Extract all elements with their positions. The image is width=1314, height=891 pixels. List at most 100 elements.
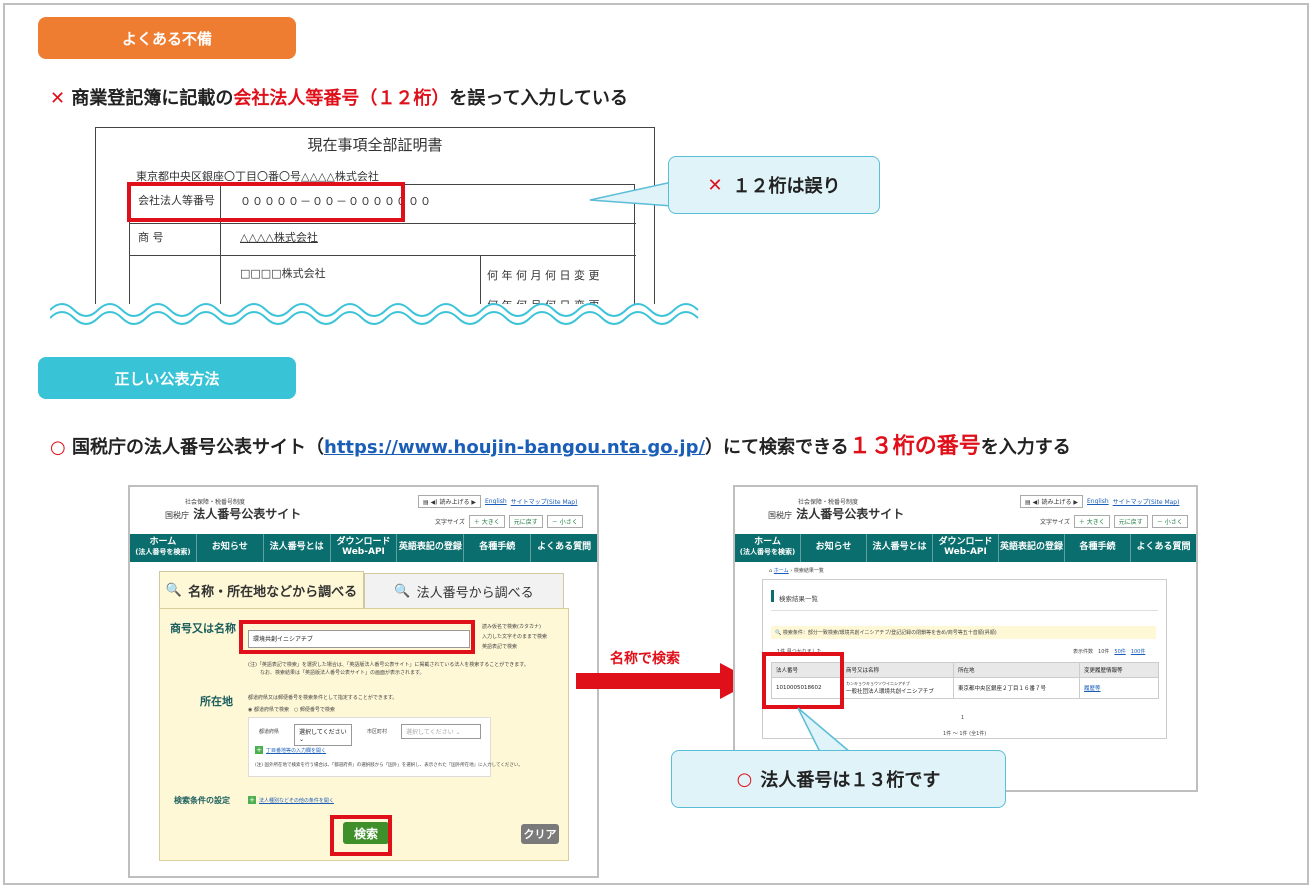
nav-news[interactable]: お知らせ: [801, 534, 867, 562]
col-name: 商号又は名称: [841, 662, 954, 678]
page-number[interactable]: 1: [961, 715, 964, 721]
circle-mark-icon: ○: [736, 768, 753, 790]
headline-text-end: を入力する: [980, 437, 1071, 458]
wrong-bubble: ✕ １２桁は誤り: [668, 156, 880, 214]
city-label: 市区町村: [367, 729, 388, 735]
font-reset-button[interactable]: 元に戻す: [1113, 515, 1148, 528]
nav-procedures[interactable]: 各種手続: [464, 534, 532, 562]
name-label: 商号又は名称: [170, 622, 236, 635]
col-address: 所在地: [953, 662, 1080, 678]
name-option-exact[interactable]: 入力した文字そのままで検索: [482, 633, 547, 640]
home-icon: ⌂: [769, 568, 773, 574]
per-page-50[interactable]: 50件: [1114, 649, 1125, 655]
location-label: 所在地: [200, 695, 233, 708]
headline-highlight: 会社法人等番号（１２桁）: [233, 88, 450, 109]
utility-bar: ▤ ◀) 読み上げる ▶ English サイトマップ(Site Map): [418, 495, 577, 508]
magnifier-icon: 🔍: [394, 584, 411, 599]
per-page-100[interactable]: 100件: [1131, 649, 1146, 655]
read-aloud-button[interactable]: ▤ ◀) 読み上げる ▶: [1020, 495, 1083, 508]
nav-procedures[interactable]: 各種手続: [1065, 534, 1131, 562]
clear-button[interactable]: クリア: [521, 824, 559, 844]
correct-headline: ○ 国税庁の法人番号公表サイト（https://www.houjin-bango…: [50, 428, 1071, 460]
name-option-english[interactable]: 英語表記で検索: [482, 643, 517, 650]
sitemap-link[interactable]: サイトマップ(Site Map): [511, 497, 578, 506]
breadcrumb-home[interactable]: ホーム: [774, 568, 789, 574]
font-larger-button[interactable]: ＋ 大きく: [1073, 515, 1110, 528]
tab-name-search[interactable]: 🔍 名称・所在地などから調べる: [159, 571, 364, 609]
headline-text-end: を誤って入力している: [449, 88, 628, 109]
cross-mark-icon: ✕: [50, 88, 66, 109]
name-input-highlight-box: [239, 620, 475, 654]
pref-radio[interactable]: ◉ 都道府県で検索 ○ 郵便番号で検索: [248, 706, 335, 713]
site-nav: ホーム (法人番号を検索) お知らせ 法人番号とは ダウンロード Web-API 英…: [130, 534, 597, 562]
section-pill-correct-method: 正しい公表方法: [38, 357, 296, 399]
utility-bar: ▤ ◀) 読み上げる ▶ English サイトマップ(Site Map): [1020, 495, 1179, 508]
nav-download[interactable]: ダウンロード Web-API: [331, 534, 398, 562]
pill-label: よくある不備: [121, 29, 212, 48]
bubble-tail: [589, 181, 673, 207]
correct-bubble-text: 法人番号は１３桁です: [760, 770, 941, 791]
page-range: 1件 ～ 1件 (全1件): [943, 731, 987, 737]
section-pill-common-mistake: よくある不備: [38, 17, 296, 59]
nav-faq[interactable]: よくある質問: [1131, 534, 1196, 562]
headline-text: 商業登記簿に記載の: [71, 88, 234, 109]
results-heading: 検索結果一覧: [779, 595, 818, 603]
nav-english[interactable]: 英語表記の登録: [999, 534, 1065, 562]
nav-about[interactable]: 法人番号とは: [264, 534, 331, 562]
site-agency: 国税庁: [165, 511, 189, 520]
trade-name-value: △△△△株式会社: [240, 231, 318, 244]
nav-news[interactable]: お知らせ: [197, 534, 264, 562]
location-desc: 都道府県又は郵便番号を検索条件として指定することができます。: [248, 695, 398, 701]
nav-about[interactable]: 法人番号とは: [867, 534, 933, 562]
headline-text: 国税庁の法人番号公表サイト（: [72, 437, 324, 458]
other-condition-link[interactable]: + 法人種別などその他の条件を開く: [248, 796, 334, 804]
abroad-note: (注) 国外所在地で検索を行う場合は、「都道府県」の選択肢から「国外」を選択し、…: [255, 763, 523, 768]
site-header: 社会保障・税番号制度 国税庁 法人番号公表サイト ▤ ◀) 読み上げる ▶ En…: [130, 487, 597, 528]
headline-highlight: １３桁の番号: [848, 434, 981, 459]
corporate-name: カンキョウキョウソウイニシアチブ 一般社団法人環境共創イニシアチブ: [841, 677, 954, 699]
english-link[interactable]: English: [1087, 498, 1109, 505]
chome-link[interactable]: + 丁目番地等の入力欄を開く: [255, 746, 326, 754]
corporate-number-highlight-box: [762, 652, 844, 709]
nav-home[interactable]: ホーム (法人番号を検索): [735, 534, 801, 562]
history-link[interactable]: 履歴等: [1079, 677, 1159, 699]
tab-number-search[interactable]: 🔍 法人番号から調べる: [364, 573, 564, 609]
location-box: 都道府県 選択してください ⌄ 市区町村 選択してください ⌄ + 丁目番地等の入…: [248, 717, 523, 777]
font-smaller-button[interactable]: － 小さく: [1151, 515, 1188, 528]
font-smaller-button[interactable]: － 小さく: [546, 515, 583, 528]
breadcrumb-current: 検索結果一覧: [793, 568, 824, 574]
sitemap-link[interactable]: サイトマップ(Site Map): [1113, 497, 1180, 506]
site-title: 国税庁 法人番号公表サイト: [165, 505, 301, 522]
font-size-controls: 文字サイズ ＋ 大きく 元に戻す － 小さく: [435, 515, 583, 528]
font-larger-button[interactable]: ＋ 大きく: [468, 515, 505, 528]
headline-text-mid: ）にて検索できる: [705, 437, 849, 458]
nav-english[interactable]: 英語表記の登録: [397, 534, 465, 562]
name-option-kana[interactable]: 読み仮名で検索(カタカナ): [482, 623, 541, 630]
cross-mark-icon: ✕: [707, 174, 723, 196]
mistake-headline: ✕ 商業登記簿に記載の会社法人等番号（１２桁）を誤って入力している: [50, 84, 628, 110]
font-reset-button[interactable]: 元に戻す: [508, 515, 543, 528]
per-page-10[interactable]: 10件: [1098, 649, 1109, 655]
pref-select[interactable]: 選択してください ⌄: [294, 724, 352, 746]
certificate-title: 現在事項全部証明書: [307, 136, 443, 154]
city-select[interactable]: 選択してください ⌄: [401, 724, 481, 739]
bubble-tail: [797, 707, 851, 753]
read-aloud-button[interactable]: ▤ ◀) 読み上げる ▶: [418, 495, 481, 508]
english-link[interactable]: English: [485, 498, 507, 505]
site-header: 社会保障・税番号制度 国税庁 法人番号公表サイト ▤ ◀) 読み上げる ▶ En…: [735, 487, 1196, 528]
circle-mark-icon: ○: [50, 437, 66, 458]
search-condition-bar: 🔍 検索条件：部分一致検索/環境共創イニシアチブ/登記記録の閉鎖等を含め/商号等…: [771, 626, 1156, 639]
nav-faq[interactable]: よくある質問: [531, 534, 597, 562]
font-size-label: 文字サイズ: [435, 519, 465, 526]
pref-label: 都道府県: [259, 729, 280, 735]
torn-edge-wave: [50, 303, 700, 330]
per-page-options: 表示件数 10件 50件 100件: [1073, 649, 1146, 655]
nta-site-link[interactable]: https://www.houjin-bangou.nta.go.jp/: [324, 437, 705, 458]
name-caution-2: なお、検索結果は「英語版法人番号公表サイト」の画面が表示されます。: [260, 670, 425, 676]
search-tabs: 🔍 名称・所在地などから調べる 🔍 法人番号から調べる: [159, 571, 564, 609]
magnifier-icon: 🔍: [775, 630, 782, 636]
correct-bubble: ○ 法人番号は１３桁です: [671, 750, 1006, 808]
magnifier-icon: 🔍: [165, 583, 183, 598]
nav-home[interactable]: ホーム (法人番号を検索): [130, 534, 197, 562]
nav-download[interactable]: ダウンロード Web-API: [933, 534, 999, 562]
